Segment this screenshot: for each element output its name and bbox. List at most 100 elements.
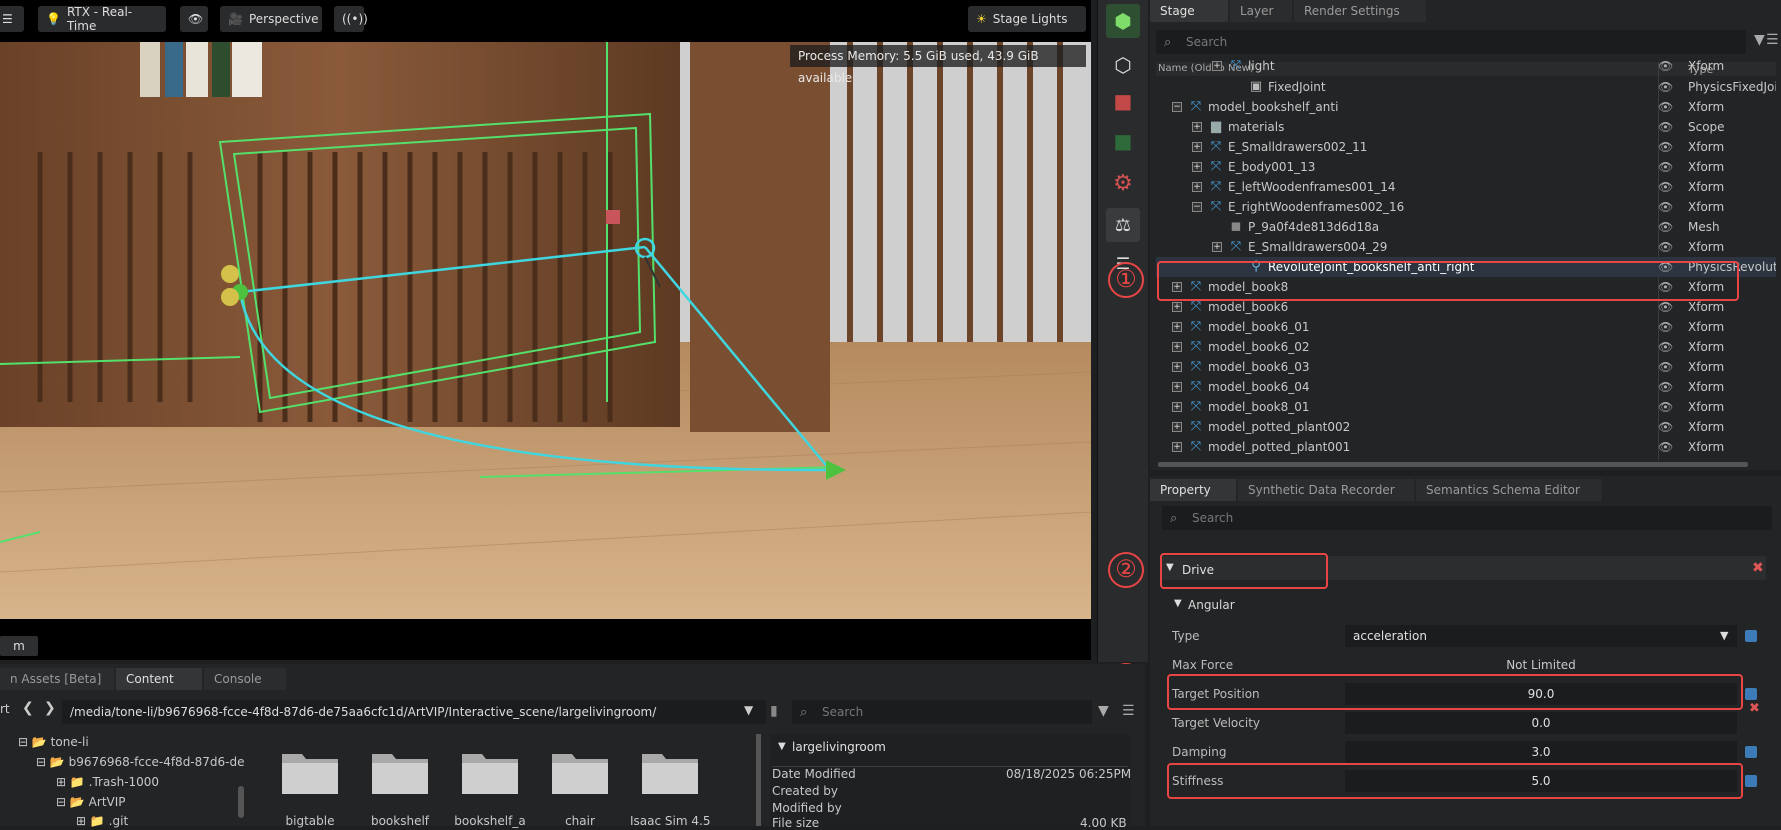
collapse-icon[interactable]: ⊟	[18, 735, 28, 749]
folder-icon[interactable]	[550, 746, 610, 796]
grid-scrollbar[interactable]	[756, 734, 761, 826]
nav-label[interactable]: rt	[0, 702, 10, 716]
override-indicator[interactable]	[1745, 688, 1757, 700]
tree-item[interactable]: ⊟ 📂 tone-li	[18, 733, 89, 751]
eye-icon[interactable]: 👁	[180, 6, 208, 32]
menu-icon[interactable]: ☰	[1766, 32, 1779, 48]
stage-tree-row[interactable]: ▣ FixedJoint 👁 PhysicsFixedJoin	[1156, 77, 1776, 97]
visibility-eye-icon[interactable]: 👁	[1658, 357, 1673, 377]
remove-drive-icon[interactable]: ✖	[1752, 560, 1764, 576]
expand-icon[interactable]: +	[1172, 422, 1182, 432]
stage-lights-button[interactable]: ☀ Stage Lights	[968, 6, 1086, 32]
expand-icon[interactable]: +	[1172, 342, 1182, 352]
settings-icon[interactable]: ☰	[0, 6, 24, 32]
forward-icon[interactable]: ❯	[44, 700, 56, 716]
expand-icon[interactable]: ⊞	[56, 775, 66, 789]
stage-tree-row[interactable]: + ⤧ model_book6_04 👁 Xform	[1156, 377, 1776, 397]
tab-content[interactable]: Content	[116, 668, 202, 690]
folder-icon[interactable]	[640, 746, 700, 796]
collapse-icon[interactable]: ⊟	[56, 795, 66, 809]
stage-tree-row[interactable]: + ⤧ light 👁 Xform	[1156, 56, 1776, 76]
stage-tree-row[interactable]: − ⤧ model_bookshelf_anti 👁 Xform	[1156, 97, 1776, 117]
collapse-icon[interactable]: ⊟	[36, 755, 46, 769]
visibility-eye-icon[interactable]: 👁	[1658, 317, 1673, 337]
visibility-eye-icon[interactable]: 👁	[1658, 97, 1673, 117]
green-cube-icon[interactable]: ■	[1106, 124, 1140, 158]
expand-icon[interactable]: +	[1172, 362, 1182, 372]
renderer-button[interactable]: 💡 RTX - Real-Time	[38, 5, 166, 33]
tab-stage[interactable]: Stage	[1150, 0, 1228, 22]
gear-icon[interactable]: ⚙	[1106, 166, 1140, 200]
expand-icon[interactable]: +	[1212, 61, 1222, 71]
path-input[interactable]: /media/tone-li/b9676968-fcce-4f8d-87d6-d…	[62, 700, 766, 724]
cube-remove-icon[interactable]: ⬡	[1106, 48, 1140, 82]
audio-icon[interactable]: ((•))	[334, 6, 368, 32]
stage-tree-row[interactable]: + ⤧ model_book6_03 👁 Xform	[1156, 357, 1776, 377]
override-indicator[interactable]	[1745, 775, 1757, 787]
expand-icon[interactable]: +	[1192, 162, 1202, 172]
visibility-eye-icon[interactable]: 👁	[1658, 157, 1673, 177]
expand-icon[interactable]: +	[1172, 322, 1182, 332]
override-indicator[interactable]	[1745, 746, 1757, 758]
stage-tree-row[interactable]: ◼ P_9a0f4de813d6d18a 👁 Mesh	[1156, 217, 1776, 237]
visibility-eye-icon[interactable]: 👁	[1658, 237, 1673, 257]
expand-icon[interactable]: +	[1192, 142, 1202, 152]
visibility-eye-icon[interactable]: 👁	[1658, 177, 1673, 197]
stage-tree-row[interactable]: + ⤧ E_Smalldrawers004_29 👁 Xform	[1156, 237, 1776, 257]
folder-icon[interactable]	[370, 746, 430, 796]
stage-tree-row[interactable]: + ⤧ model_potted_plant002 👁 Xform	[1156, 417, 1776, 437]
visibility-eye-icon[interactable]: 👁	[1658, 197, 1673, 217]
collapse-icon[interactable]: ▼	[1174, 598, 1182, 609]
visibility-eye-icon[interactable]: 👁	[1658, 337, 1673, 357]
weight-icon[interactable]: ⚖	[1106, 208, 1140, 242]
select-tool-icon[interactable]: ⬢	[1106, 4, 1140, 38]
tab-synthetic-data-recorder[interactable]: Synthetic Data Recorder	[1238, 479, 1414, 501]
property-value-field[interactable]: Not Limited	[1345, 654, 1737, 676]
collapse-icon[interactable]: −	[1172, 102, 1182, 112]
visibility-eye-icon[interactable]: 👁	[1658, 77, 1673, 97]
bookmark-icon[interactable]: ▮	[770, 703, 778, 719]
visibility-eye-icon[interactable]: 👁	[1658, 217, 1673, 237]
viewport-mode-label[interactable]: m	[0, 636, 38, 656]
stage-tree-row[interactable]: − ⤧ E_rightWoodenframes002_16 👁 Xform	[1156, 197, 1776, 217]
tree-item[interactable]: ⊟ 📂 b9676968-fcce-4f8d-87d6-de	[36, 753, 245, 771]
property-value-field[interactable]: 0.0	[1345, 712, 1737, 734]
tab-layer[interactable]: Layer	[1230, 0, 1292, 22]
stage-tree-row[interactable]: + ⤧ E_body001_13 👁 Xform	[1156, 157, 1776, 177]
filter-icon[interactable]: ▼	[1754, 32, 1765, 48]
content-search-input[interactable]: Search	[792, 700, 1092, 724]
stage-tree-row[interactable]: + ⤧ E_leftWoodenframes001_14 👁 Xform	[1156, 177, 1776, 197]
expand-icon[interactable]: +	[1172, 402, 1182, 412]
expand-icon[interactable]: +	[1192, 122, 1202, 132]
property-search-input[interactable]: Search	[1162, 506, 1772, 530]
collapse-icon[interactable]: ▼	[778, 741, 786, 752]
visibility-eye-icon[interactable]: 👁	[1658, 437, 1673, 457]
stage-tree-row[interactable]: + ⤧ model_book8_01 👁 Xform	[1156, 397, 1776, 417]
remove-target-icon[interactable]: ✖	[1749, 701, 1760, 716]
visibility-eye-icon[interactable]: 👁	[1658, 417, 1673, 437]
dropdown-icon[interactable]: ▼	[744, 703, 753, 717]
visibility-eye-icon[interactable]: 👁	[1658, 397, 1673, 417]
viewport[interactable]: ☰ 💡 RTX - Real-Time 👁 🎥 Perspective ((•)…	[0, 0, 1091, 660]
tree-item[interactable]: ⊟ 📂 ArtVIP	[56, 793, 126, 811]
visibility-eye-icon[interactable]: 👁	[1658, 377, 1673, 397]
tree-item[interactable]: ⊞ 📁 .git	[76, 812, 128, 830]
stage-search-input[interactable]: Search	[1156, 30, 1746, 54]
dropdown-icon[interactable]: ▼	[1720, 629, 1728, 642]
expand-icon[interactable]: +	[1212, 242, 1222, 252]
filter-icon[interactable]: ▼	[1098, 703, 1109, 719]
stage-tree-row[interactable]: + ⤧ model_book6_01 👁 Xform	[1156, 317, 1776, 337]
tree-scrollbar[interactable]	[238, 786, 244, 818]
tab-render-settings[interactable]: Render Settings	[1294, 0, 1426, 22]
red-cube-icon[interactable]: ■	[1106, 84, 1140, 118]
tab-assets[interactable]: n Assets [Beta]	[0, 668, 114, 690]
folder-icon[interactable]	[460, 746, 520, 796]
expand-icon[interactable]: +	[1192, 182, 1202, 192]
scene-render[interactable]	[0, 42, 1091, 619]
drive-type-select[interactable]: acceleration	[1345, 625, 1737, 647]
back-icon[interactable]: ❮	[22, 700, 34, 716]
stage-tree-row[interactable]: + ⤧ model_potted_plant001 👁 Xform	[1156, 437, 1776, 457]
folder-icon[interactable]	[280, 746, 340, 796]
collapse-icon[interactable]: −	[1192, 202, 1202, 212]
menu-icon[interactable]: ☰	[1122, 703, 1135, 719]
